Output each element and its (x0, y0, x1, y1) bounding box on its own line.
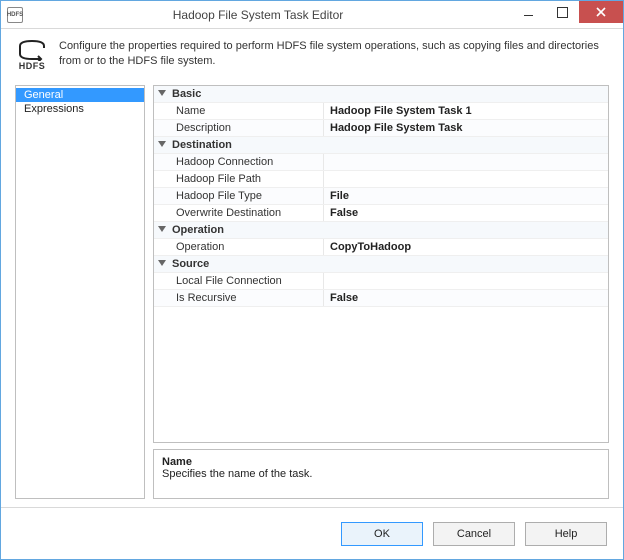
help-button[interactable]: Help (525, 522, 607, 546)
prop-value[interactable] (324, 273, 608, 289)
prop-value[interactable]: CopyToHadoop (324, 239, 608, 255)
window-controls (511, 1, 623, 28)
prop-value[interactable] (324, 171, 608, 187)
prop-label: Description (154, 120, 324, 136)
hdfs-logo: HDFS (15, 39, 49, 71)
titlebar: HDFS Hadoop File System Task Editor (1, 1, 623, 29)
prop-label: Operation (154, 239, 324, 255)
category-destination[interactable]: Destination (154, 137, 608, 154)
grid-row[interactable]: Local File Connection (154, 273, 608, 290)
nav-item-general[interactable]: General (16, 88, 144, 102)
header-description: Configure the properties required to per… (59, 39, 609, 69)
ok-button[interactable]: OK (341, 522, 423, 546)
grid-row[interactable]: Hadoop Connection (154, 154, 608, 171)
cancel-button[interactable]: Cancel (433, 522, 515, 546)
grid-row[interactable]: Hadoop File Type File (154, 188, 608, 205)
window-title: Hadoop File System Task Editor (5, 8, 511, 22)
right-panel: Basic Name Hadoop File System Task 1 Des… (153, 85, 609, 499)
prop-value[interactable]: False (324, 290, 608, 306)
description-title: Name (162, 456, 600, 468)
category-operation[interactable]: Operation (154, 222, 608, 239)
grid-row[interactable]: Is Recursive False (154, 290, 608, 307)
prop-label: Name (154, 103, 324, 119)
prop-value[interactable]: File (324, 188, 608, 204)
category-basic[interactable]: Basic (154, 86, 608, 103)
prop-value[interactable]: False (324, 205, 608, 221)
prop-label: Hadoop File Path (154, 171, 324, 187)
close-button[interactable] (579, 1, 623, 23)
prop-label: Hadoop File Type (154, 188, 324, 204)
grid-row[interactable]: Operation CopyToHadoop (154, 239, 608, 256)
prop-label: Local File Connection (154, 273, 324, 289)
category-source[interactable]: Source (154, 256, 608, 273)
grid-row[interactable]: Description Hadoop File System Task (154, 120, 608, 137)
grid-row[interactable]: Name Hadoop File System Task 1 (154, 103, 608, 120)
nav-panel: General Expressions (15, 85, 145, 499)
logo-label: HDFS (19, 61, 46, 71)
prop-label: Hadoop Connection (154, 154, 324, 170)
nav-item-expressions[interactable]: Expressions (16, 102, 144, 116)
description-panel: Name Specifies the name of the task. (153, 449, 609, 499)
grid-row[interactable]: Hadoop File Path (154, 171, 608, 188)
prop-value[interactable]: Hadoop File System Task 1 (324, 103, 608, 119)
prop-label: Is Recursive (154, 290, 324, 306)
dialog-window: HDFS Hadoop File System Task Editor HDFS… (0, 0, 624, 560)
grid-row[interactable]: Overwrite Destination False (154, 205, 608, 222)
database-arrow-icon (17, 39, 47, 61)
minimize-button[interactable] (511, 1, 545, 23)
close-icon (596, 7, 606, 17)
prop-label: Overwrite Destination (154, 205, 324, 221)
maximize-button[interactable] (545, 1, 579, 23)
header: HDFS Configure the properties required t… (1, 29, 623, 77)
body: General Expressions Basic Name Hadoop Fi… (1, 77, 623, 507)
prop-value[interactable]: Hadoop File System Task (324, 120, 608, 136)
footer: OK Cancel Help (1, 507, 623, 559)
description-text: Specifies the name of the task. (162, 468, 600, 480)
property-grid: Basic Name Hadoop File System Task 1 Des… (153, 85, 609, 443)
prop-value[interactable] (324, 154, 608, 170)
